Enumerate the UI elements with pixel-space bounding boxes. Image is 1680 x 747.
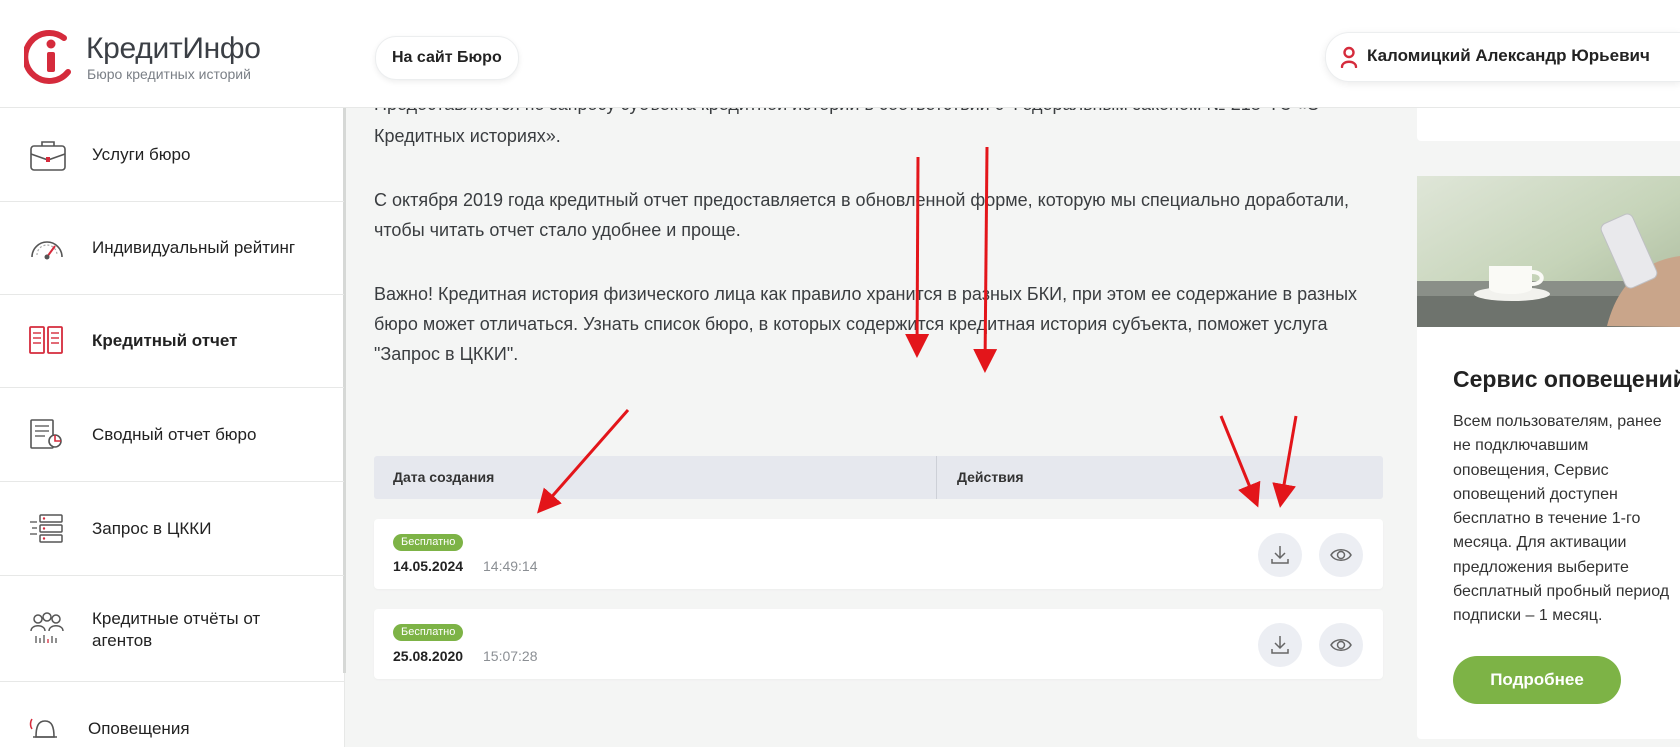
- promo-text-line: месяца. Для активации: [1453, 534, 1627, 552]
- promo-text-line: не подключавшим: [1453, 437, 1589, 455]
- sidebar-item-credit-report[interactable]: Кредитный отчет: [0, 294, 344, 388]
- report-time: 15:07:28: [483, 648, 538, 664]
- sidebar-item-label: Сводный отчет бюро: [92, 425, 257, 444]
- paragraph-line: чтобы читать отчет стало удобнее и проще…: [374, 220, 741, 240]
- agents-icon: [30, 612, 64, 643]
- report-date: 14.05.2024: [393, 558, 464, 574]
- notification-service-card: Сервис оповещений Всем пользователям, ра…: [1417, 176, 1680, 739]
- view-button[interactable]: [1319, 623, 1363, 667]
- logo-title: КредитИнфо: [86, 32, 261, 65]
- promo-text-line: бесплатно в течение 1-го: [1453, 510, 1641, 528]
- sidebar-item-label: Оповещения: [88, 719, 190, 738]
- promo-text-line: подписки – 1 месяц.: [1453, 607, 1603, 625]
- paragraph-line: Кредитных историях».: [374, 126, 561, 146]
- header: КредитИнфо Бюро кредитных историй На сай…: [0, 0, 1680, 108]
- free-badge: Бесплатно: [393, 534, 464, 551]
- promo-image: [1417, 176, 1680, 327]
- user-profile[interactable]: Каломицкий Александр Юрьевич: [1325, 32, 1680, 82]
- promo-text: Всем пользователям, ранее не подключавши…: [1453, 410, 1680, 629]
- table-row: Бесплатно 14.05.2024 14:49:14: [374, 519, 1383, 589]
- bell-icon: [29, 718, 57, 738]
- sidebar-item-label: Индивидуальный рейтинг: [92, 238, 296, 257]
- report-icon: [29, 326, 63, 354]
- promo-text-line: Всем пользователям, ранее: [1453, 413, 1662, 430]
- summary-report-icon: [30, 419, 62, 449]
- coffee-phone-photo: [1417, 176, 1680, 327]
- reports-table-header: Дата создания Действия: [374, 456, 1383, 499]
- sidebar-item-label: Кредитный отчет: [92, 331, 238, 350]
- promo-text-line: оповещения, Сервис: [1453, 461, 1609, 479]
- servers-icon: [30, 514, 63, 543]
- right-panel-card: [1417, 108, 1680, 141]
- user-icon: [1340, 46, 1358, 68]
- paragraph-line: С октября 2019 года кредитный отчет пред…: [374, 190, 1350, 210]
- sidebar-item-label: Услуги бюро: [92, 145, 191, 164]
- logo-subtitle: Бюро кредитных историй: [87, 66, 251, 82]
- promo-title: Сервис оповещений: [1453, 366, 1680, 392]
- report-date: 25.08.2020: [393, 648, 464, 664]
- sidebar-item-notifications[interactable]: Оповещения: [0, 681, 344, 747]
- table-row: Бесплатно 25.08.2020 15:07:28: [374, 609, 1383, 679]
- download-icon: [1271, 636, 1289, 654]
- promo-text-line: оповещений доступен: [1453, 485, 1618, 503]
- eye-icon: [1330, 549, 1352, 561]
- eye-icon: [1330, 639, 1352, 651]
- user-name: Каломицкий Александр Юрьевич: [1367, 46, 1650, 65]
- column-divider: [936, 456, 937, 499]
- sidebar-item-agent-reports[interactable]: Кредитные отчёты от агентов: [0, 575, 344, 682]
- paragraph-line: "Запрос в ЦККИ".: [374, 344, 519, 364]
- download-button[interactable]: [1258, 533, 1302, 577]
- report-time: 14:49:14: [483, 558, 538, 574]
- sidebar-item-label: Кредитные отчёты от агентов: [92, 609, 261, 650]
- sidebar-item-rating[interactable]: Индивидуальный рейтинг: [0, 201, 344, 295]
- promo-text-line: предложения выберите: [1453, 558, 1629, 576]
- more-details-button[interactable]: Подробнее: [1453, 656, 1621, 704]
- free-badge: Бесплатно: [393, 624, 464, 641]
- bureau-site-button[interactable]: На сайт Бюро: [375, 36, 519, 80]
- promo-text-line: бесплатный пробный период: [1453, 583, 1670, 601]
- sidebar-item-ckki-request[interactable]: Запрос в ЦККИ: [0, 481, 344, 576]
- sidebar-item-label: Запрос в ЦККИ: [92, 519, 212, 538]
- paragraph-line: бюро может отличаться. Узнать список бюр…: [374, 314, 1328, 334]
- download-icon: [1271, 546, 1289, 564]
- sidebar-item-summary-report[interactable]: Сводный отчет бюро: [0, 387, 344, 482]
- download-button[interactable]: [1258, 623, 1302, 667]
- column-header-actions: Действия: [957, 469, 1024, 485]
- logo[interactable]: КредитИнфо Бюро кредитных историй: [24, 28, 274, 86]
- column-header-date[interactable]: Дата создания: [393, 469, 494, 485]
- view-button[interactable]: [1319, 533, 1363, 577]
- briefcase-icon: [30, 141, 66, 171]
- gauge-icon: [31, 241, 63, 260]
- kreditinfo-logo-icon: [24, 29, 71, 84]
- paragraph-line: Важно! Кредитная история физического лиц…: [374, 284, 1358, 304]
- sidebar-item-services[interactable]: Услуги бюро: [0, 108, 344, 202]
